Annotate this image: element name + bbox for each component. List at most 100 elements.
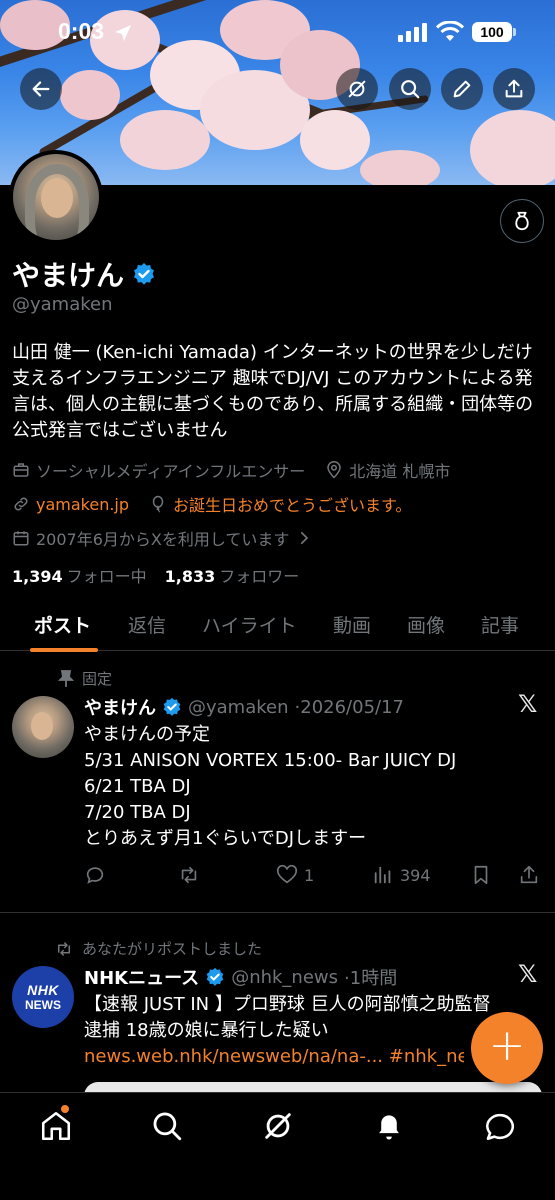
profile-meta-row-1: ソーシャルメディアインフルエンサー 北海道 札幌市 [12,458,450,482]
repost-line: 【速報 JUST IN 】プロ野球 巨人の阿部慎之助監督 [84,994,491,1015]
nav-messages[interactable] [483,1109,517,1143]
tab-posts[interactable]: ポスト [34,611,91,638]
post-author-handle: @yamaken [188,696,289,718]
bell-icon [379,1115,399,1140]
view-count: 394 [400,865,431,885]
repost-button[interactable] [178,864,200,886]
post-actions: 1 394 [84,864,544,890]
notification-dot [61,1105,69,1113]
following-count: 1,394 [12,567,63,586]
search-button[interactable] [389,68,431,110]
pinned-label: 固定 [58,668,112,689]
post-line: 6/21 TBA DJ [84,776,191,797]
repost-time: ·1時間 [344,968,398,989]
tab-highlights[interactable]: ハイライト [202,611,297,638]
verified-badge-icon [206,967,224,986]
bookmark-button[interactable] [470,864,492,886]
like-button[interactable]: 1 [276,864,314,886]
location-pin-icon [327,461,342,479]
bottom-navigation [0,1092,555,1200]
profile-birthday: お誕生日おめでとうございます。 [173,496,412,515]
share-button[interactable] [493,68,535,110]
wifi-icon [436,21,464,41]
profile-avatar[interactable] [9,150,103,244]
profile-bio: 山田 健一 (Ken-ichi Yamada) インターネットの世界を少しだけ支… [12,342,534,441]
profile-joined: 2007年6月からXを利用しています [36,530,290,549]
share-post-button[interactable] [518,864,540,886]
status-bar: 0:03 100 [0,0,555,62]
search-icon [401,80,420,99]
repost-author-handle: @nhk_news [231,966,339,988]
repost-header: NHKニュース @nhk_news ·1時間 [84,964,397,990]
nhk-avatar[interactable]: NHK NEWS [12,966,74,1028]
display-name: やまけん [12,259,125,292]
edit-icon [453,80,471,98]
calendar-icon [13,531,29,546]
location-arrow-icon [115,25,131,41]
cell-signal-icon [398,22,427,42]
active-tab-indicator [30,648,98,652]
post-line: 7/20 TBA DJ [84,802,191,823]
profile-joined-row[interactable]: 2007年6月からXを利用しています [12,526,313,550]
tab-articles[interactable]: 記事 [481,611,519,638]
following-link[interactable]: 1,394 フォロー中 [12,563,147,587]
share-icon [520,865,538,884]
grok-icon [265,1113,291,1139]
reply-icon [86,867,104,884]
post-line: とりあえず月1ぐらいでDJしますー [84,828,367,849]
post-line: 5/31 ANISON VORTEX 15:00- Bar JUICY DJ [84,750,457,771]
profile-category: ソーシャルメディアインフルエンサー [36,462,306,481]
profile-location: 北海道 札幌市 [349,462,451,481]
heart-icon [276,864,298,884]
tab-videos[interactable]: 動画 [333,611,371,638]
edit-profile-button[interactable] [441,68,483,110]
back-button[interactable] [20,68,62,110]
more-button[interactable] [500,199,544,243]
back-icon [32,81,50,97]
status-time: 0:03 [58,18,105,44]
post-header: やまけん @yamaken ·2026/05/17 [84,694,404,720]
repost-line: 逮捕 18歳の娘に暴行した疑い [84,1020,329,1041]
reply-button[interactable] [84,864,106,886]
nav-search[interactable] [150,1109,184,1143]
grok-icon [348,80,366,98]
post-divider [0,912,555,913]
plus-icon: + [488,1020,526,1071]
repost-author-name[interactable]: NHKニュース [84,964,199,990]
post-author-name[interactable]: やまけん [84,694,156,720]
compose-button[interactable]: + [471,1012,543,1084]
briefcase-icon [13,463,29,477]
profile-website-link[interactable]: yamaken.jp [36,495,129,514]
bookmark-icon [474,865,488,885]
post-avatar[interactable] [12,696,74,758]
followers-link[interactable]: 1,833 フォロワー [165,563,300,587]
repost-icon [58,941,70,956]
chat-bubble-icon [485,1113,514,1141]
link-icon [14,497,28,511]
nav-notifications[interactable] [372,1109,406,1143]
post-line: やまけんの予定 [84,724,210,745]
profile-handle: @yamaken [12,294,113,315]
verified-badge-icon[interactable] [132,262,156,286]
repost-icon [181,866,197,884]
repost-body: 【速報 JUST IN 】プロ野球 巨人の阿部慎之助監督 逮捕 18歳の娘に暴行… [84,992,491,1070]
balloon-icon [152,495,164,513]
profile-meta-row-2: yamaken.jp お誕生日おめでとうございます。 [12,492,411,516]
chevron-right-icon [301,531,309,545]
bag-icon [515,211,529,231]
repost-link[interactable]: news.web.nhk/newsweb/na/na-... #nhk_ne [84,1044,464,1070]
profile-tabs: ポスト 返信 ハイライト 動画 画像 記事 [0,605,555,652]
battery-indicator: 100 [472,22,516,42]
pin-icon [58,669,74,687]
nav-home[interactable] [39,1105,73,1143]
x-logo-icon[interactable]: 𝕏 [518,960,537,988]
follow-stats: 1,394 フォロー中 1,833 フォロワー [12,563,299,587]
profile-name-row: やまけん [12,254,156,294]
nav-grok[interactable] [261,1109,295,1143]
grok-button[interactable] [336,68,378,110]
following-label: フォロー中 [66,567,147,586]
views-button[interactable]: 394 [372,864,431,886]
x-logo-icon[interactable]: 𝕏 [518,690,537,718]
tab-images[interactable]: 画像 [407,611,445,638]
tab-replies[interactable]: 返信 [128,611,166,638]
